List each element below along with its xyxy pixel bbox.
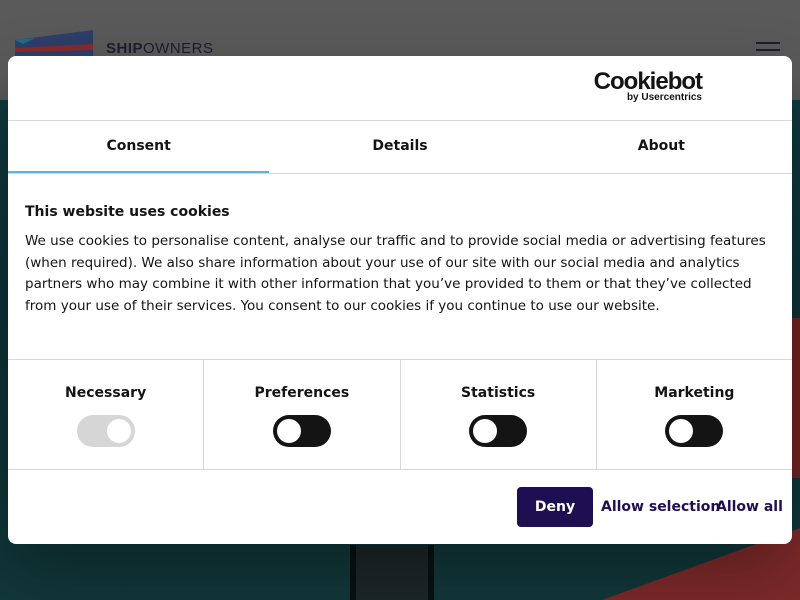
toggle-label: Marketing [654, 385, 735, 401]
switch-knob [669, 419, 694, 443]
toggle-statistics: Statistics [401, 360, 597, 469]
deny-button[interactable]: Deny [517, 487, 593, 527]
dialog-actions: Deny Allow selection Allow all [8, 468, 792, 544]
dialog-tabs: Consent Details About [8, 121, 792, 174]
hero-decoration [350, 545, 434, 600]
allow-all-button[interactable]: Allow all [716, 487, 783, 527]
dialog-header: Cookiebot by Usercentrics [8, 56, 792, 121]
toggle-label: Necessary [65, 385, 147, 401]
toggle-label: Statistics [461, 385, 536, 401]
statistics-switch[interactable] [469, 415, 528, 447]
consent-body: We use cookies to personalise content, a… [25, 233, 766, 314]
switch-knob [106, 419, 131, 443]
preferences-switch[interactable] [272, 415, 331, 447]
consent-heading: This website uses cookies [25, 204, 230, 220]
allow-selection-button[interactable]: Allow selection [601, 487, 720, 527]
toggle-marketing: Marketing [597, 360, 792, 469]
cookie-category-toggles: Necessary Preferences Statistics Marketi… [8, 359, 792, 470]
consent-content: This website uses cookies We use cookies… [8, 174, 792, 360]
site-logo-text[interactable]: SHIPOWNERS [106, 40, 214, 57]
tab-consent[interactable]: Consent [8, 121, 270, 173]
marketing-switch[interactable] [665, 415, 724, 447]
toggle-necessary: Necessary [8, 360, 205, 469]
switch-knob [473, 419, 498, 443]
necessary-switch [76, 415, 135, 447]
switch-knob [276, 419, 301, 443]
toggle-preferences: Preferences [204, 360, 401, 469]
brand-name: Cookiebot [593, 68, 703, 95]
toggle-label: Preferences [254, 385, 350, 401]
cookiebot-logo[interactable]: Cookiebot by Usercentrics [593, 68, 703, 103]
tab-details[interactable]: Details [269, 121, 530, 173]
tab-about[interactable]: About [531, 121, 792, 173]
cookie-consent-dialog: Cookiebot by Usercentrics Consent Detail… [8, 56, 792, 544]
